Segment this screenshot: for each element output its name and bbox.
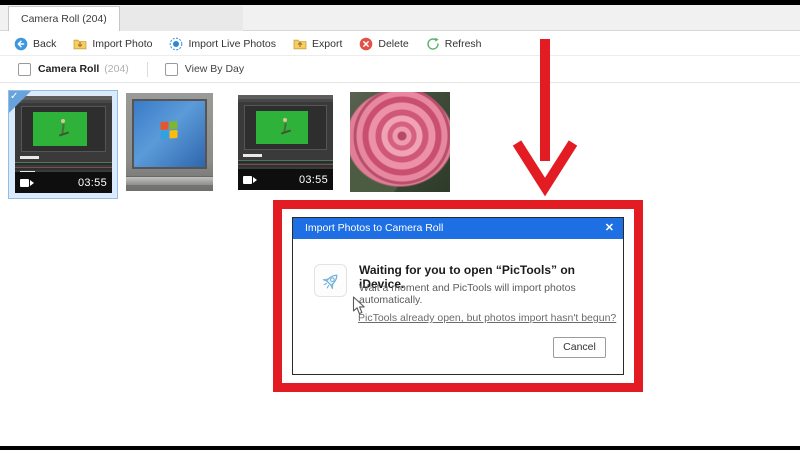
timeline-track-2 [15, 166, 112, 170]
thumbnail-video-3[interactable]: 03:55 [238, 95, 333, 190]
import-photo-icon [73, 37, 87, 51]
laptop-screen [132, 98, 207, 170]
import-photo-label: Import Photo [92, 37, 153, 50]
video-duration: 03:55 [77, 176, 107, 189]
thumbnail-photo-4[interactable] [350, 92, 450, 192]
toolbar: Back Import Photo Import Live Photos Exp… [0, 32, 800, 56]
import-live-photos-icon [169, 37, 183, 51]
view-by-day-label: View By Day [184, 63, 245, 75]
refresh-button[interactable]: Refresh [426, 37, 482, 51]
video-info-bar: 03:55 [238, 169, 333, 190]
export-label: Export [312, 37, 343, 50]
tab-camera-roll[interactable]: Camera Roll (204) [8, 6, 120, 31]
refresh-icon [426, 37, 440, 51]
already-open-link[interactable]: PicTools already open, but photos import… [358, 312, 616, 324]
timeline-track-1 [15, 161, 112, 165]
view-by-day-checkbox[interactable] [164, 62, 178, 76]
delete-label: Delete [378, 37, 409, 50]
character-head [283, 118, 288, 122]
editor-scrollbar [19, 156, 40, 160]
close-icon[interactable]: ✕ [605, 218, 614, 239]
back-icon [14, 37, 28, 51]
import-photo-button[interactable]: Import Photo [73, 37, 152, 51]
export-button[interactable]: Export [293, 37, 342, 51]
timeline-track-1 [238, 159, 333, 163]
filter-bar: Camera Roll (204) View By Day [0, 56, 800, 83]
video-duration: 03:55 [298, 173, 328, 186]
video-info-bar: 03:55 [15, 172, 112, 193]
back-button[interactable]: Back [14, 37, 56, 51]
thumbnail-video-1-selected[interactable]: 03:55 ✓ [8, 90, 118, 199]
divider [146, 61, 148, 77]
mouse-cursor [352, 296, 365, 315]
camera-roll-checkbox[interactable] [18, 62, 31, 76]
export-icon [293, 37, 307, 51]
editor-preview [20, 105, 107, 153]
editor-scrollbar [242, 153, 262, 157]
video-camera-icon [20, 178, 34, 187]
cancel-button[interactable]: Cancel [553, 337, 606, 358]
tab-strip: Camera Roll (204) [0, 5, 800, 31]
delete-icon [359, 37, 373, 51]
timeline-track-2 [238, 164, 333, 168]
green-screen [33, 112, 87, 146]
dialog-titlebar[interactable]: Import Photos to Camera Roll [293, 218, 623, 239]
check-icon: ✓ [10, 91, 19, 102]
video-camera-icon [243, 175, 257, 184]
dialog-subtext: Wait a moment and PicTools will import p… [359, 282, 576, 306]
album-label: Camera Roll [38, 63, 100, 75]
tab-label: Camera Roll (204) [21, 13, 107, 25]
rocket-icon [314, 264, 347, 297]
back-label: Back [33, 37, 57, 50]
import-live-photos-label: Import Live Photos [188, 37, 277, 50]
windows-logo-icon [160, 121, 178, 140]
laptop-base [126, 176, 213, 186]
green-screen [256, 110, 309, 144]
annotation-arrow-down [512, 39, 578, 197]
import-live-photos-button[interactable]: Import Live Photos [169, 37, 276, 51]
delete-button[interactable]: Delete [359, 37, 409, 51]
editor-toolbar [238, 99, 333, 102]
thumbnail-photo-2[interactable] [126, 93, 213, 191]
import-dialog: Import Photos to Camera Roll ✕ Waiting f… [292, 217, 624, 375]
refresh-label: Refresh [444, 37, 482, 50]
editor-preview [243, 104, 328, 151]
dialog-title: Import Photos to Camera Roll [305, 222, 444, 234]
album-count: (204) [104, 63, 129, 75]
